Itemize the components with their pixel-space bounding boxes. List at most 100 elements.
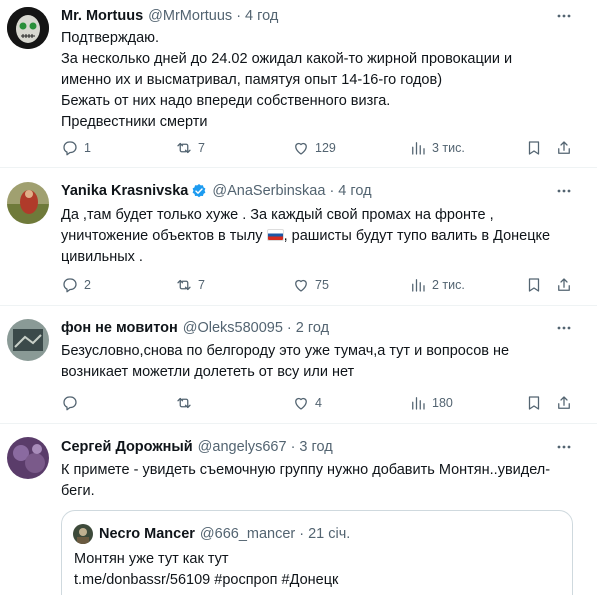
quote-text: Монтян уже тут как тут t.me/donbassr/561… xyxy=(74,549,338,591)
share-button[interactable] xyxy=(555,139,573,157)
quote-author-handle[interactable]: @666_mancer xyxy=(200,526,295,542)
author-name[interactable]: Сергей Дорожный xyxy=(61,439,193,455)
bookmark-button[interactable] xyxy=(525,276,543,294)
tweet-line: именно их и высматривал, памятуя опыт 14… xyxy=(61,72,443,88)
like-icon xyxy=(295,142,307,155)
separator-dot: · xyxy=(329,183,335,199)
author-name[interactable]: фон не мовитон xyxy=(61,320,178,336)
views-icon xyxy=(412,279,425,292)
reply-button[interactable]: 1 xyxy=(61,139,91,157)
views-button[interactable]: 2 тис. xyxy=(409,276,465,294)
retweet-icon xyxy=(177,279,191,291)
author-handle[interactable]: @AnaSerbinskaa xyxy=(212,183,325,199)
author-name[interactable]: Mr. Mortuus xyxy=(61,8,143,24)
quote-line: t.me/donbassr/56109 #роспроп #Донецк xyxy=(74,572,339,588)
avatar[interactable] xyxy=(7,437,49,479)
tweet-time[interactable]: 4 год xyxy=(245,8,278,24)
share-icon xyxy=(558,396,570,409)
tweet-text: Безусловно,снова по белгороду это уже ту… xyxy=(61,341,581,383)
tweet[interactable]: Mr. Mortuus @MrMortuus · 4 год Подтвержд… xyxy=(0,0,597,168)
tweet-time[interactable]: 3 год xyxy=(299,439,332,455)
separator-dot: · xyxy=(290,439,296,455)
share-button[interactable] xyxy=(555,394,573,412)
avatar[interactable] xyxy=(7,7,49,49)
tweet[interactable]: фон не мовитон @Oleks580095 · 2 год Безу… xyxy=(0,306,597,424)
tweet-line: За несколько дней до 24.02 ожидал какой-… xyxy=(61,51,513,67)
share-icon xyxy=(558,278,570,291)
quote-avatar[interactable] xyxy=(73,524,93,544)
author-handle[interactable]: @Oleks580095 xyxy=(183,320,283,336)
more-icon[interactable] xyxy=(556,439,572,455)
tweet-line-with-flag: уничтожение объектов в тылу , рашисты бу… xyxy=(61,226,581,247)
author-name[interactable]: Yanika Krasnivska xyxy=(61,183,188,199)
retweet-count: 7 xyxy=(198,141,205,155)
tweet-actions: 2 7 75 2 тис. xyxy=(0,276,597,296)
reply-button[interactable] xyxy=(61,394,84,412)
views-icon xyxy=(412,397,425,410)
reply-button[interactable]: 2 xyxy=(61,276,91,294)
reply-icon xyxy=(63,396,77,411)
quote-line: Монтян уже тут как тут xyxy=(74,551,229,567)
more-icon[interactable] xyxy=(556,183,572,199)
verified-icon xyxy=(191,183,207,199)
tweet-time[interactable]: 4 год xyxy=(338,183,371,199)
tweet-line: Безусловно,снова по белгороду это уже ту… xyxy=(61,343,510,359)
retweet-icon xyxy=(177,142,191,154)
like-button[interactable]: 4 xyxy=(292,394,322,412)
tweet-actions: 1 7 129 3 тис. xyxy=(0,139,597,159)
bookmark-button[interactable] xyxy=(525,394,543,412)
bookmark-button[interactable] xyxy=(525,139,543,157)
retweet-icon xyxy=(177,397,191,409)
tweet-line: Да ,там будет только хуже . За каждый св… xyxy=(61,207,494,223)
reply-icon xyxy=(63,141,77,156)
quote-author-name[interactable]: Necro Mancer xyxy=(99,526,195,542)
more-icon[interactable] xyxy=(556,320,572,336)
share-button[interactable] xyxy=(555,276,573,294)
bookmark-icon xyxy=(528,278,540,292)
avatar[interactable] xyxy=(7,182,49,224)
quoted-tweet[interactable]: Necro Mancer @666_mancer · 21 січ. Монтя… xyxy=(61,510,573,595)
tweet-line-part: , рашисты будут тупо валить в Донецке xyxy=(283,228,551,244)
more-icon[interactable] xyxy=(556,8,572,24)
reply-count: 1 xyxy=(84,141,91,155)
bookmark-icon xyxy=(528,396,540,410)
tweet-line: беги. xyxy=(61,483,95,499)
reply-count: 2 xyxy=(84,278,91,292)
like-button[interactable]: 129 xyxy=(292,139,336,157)
tweet-line-part: уничтожение объектов в тылу xyxy=(61,228,263,244)
tweet-text: Да ,там будет только хуже . За каждый св… xyxy=(61,205,581,268)
separator-dot: · xyxy=(236,8,242,24)
tweet[interactable]: Yanika Krasnivska @AnaSerbinskaa · 4 год… xyxy=(0,168,597,306)
like-count: 4 xyxy=(315,396,322,410)
tweet-text: Подтверждаю. За несколько дней до 24.02 … xyxy=(61,28,581,133)
tweet-line: Бежать от них надо впереди собственного … xyxy=(61,93,391,109)
views-count: 180 xyxy=(432,396,453,410)
retweet-button[interactable] xyxy=(175,394,198,412)
separator-dot: · xyxy=(286,320,292,336)
avatar[interactable] xyxy=(7,319,49,361)
tweet-line: цивильных . xyxy=(61,249,143,265)
quote-time[interactable]: 21 січ. xyxy=(308,526,350,542)
author-handle[interactable]: @MrMortuus xyxy=(148,8,232,24)
tweet-time[interactable]: 2 год xyxy=(296,320,329,336)
separator-dot: · xyxy=(299,526,305,542)
retweet-button[interactable]: 7 xyxy=(175,139,205,157)
like-count: 75 xyxy=(315,278,329,292)
like-count: 129 xyxy=(315,141,336,155)
like-button[interactable]: 75 xyxy=(292,276,329,294)
bookmark-icon xyxy=(528,141,540,155)
reply-icon xyxy=(63,278,77,293)
retweet-button[interactable]: 7 xyxy=(175,276,205,294)
tweet-line: Подтверждаю. xyxy=(61,30,160,46)
like-icon xyxy=(295,279,307,292)
views-button[interactable]: 180 xyxy=(409,394,453,412)
author-handle[interactable]: @angelys667 xyxy=(198,439,287,455)
like-icon xyxy=(295,397,307,410)
share-icon xyxy=(558,141,570,154)
tweet-actions: 4 180 xyxy=(0,394,597,414)
views-icon xyxy=(412,142,425,155)
tweet-line: К примете - увидеть съемочную группу нуж… xyxy=(61,462,551,478)
views-button[interactable]: 3 тис. xyxy=(409,139,465,157)
retweet-count: 7 xyxy=(198,278,205,292)
flag-ru-icon xyxy=(266,229,284,241)
